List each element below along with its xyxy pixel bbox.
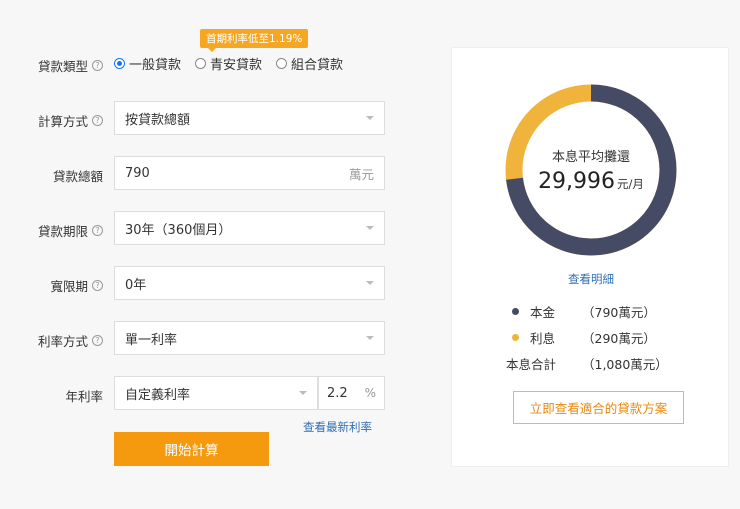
radio-unselected-icon (195, 58, 207, 69)
interest-value: （290萬元） (582, 330, 656, 346)
radio-combined-loan[interactable]: 組合貸款 (276, 54, 343, 73)
annual-rate-type-select[interactable]: 自定義利率 (114, 376, 318, 410)
annual-rate-input[interactable]: 2.2 % (318, 376, 385, 410)
view-loan-plans-button[interactable]: 立即查看適合的貸款方案 (513, 391, 684, 424)
grace-period-label: 寬限期 (50, 279, 88, 294)
result-legend: 本金 （790萬元） 利息 （290萬元） 本息合計 （1,080萬元） (506, 298, 668, 376)
grace-period-label-group: 寬限期 ? (50, 276, 103, 295)
start-calculation-button[interactable]: 開始計算 (114, 432, 269, 466)
annual-rate-unit: % (364, 386, 376, 400)
view-details-link[interactable]: 查看明細 (452, 271, 730, 287)
calc-method-label-group: 計算方式 ? (38, 111, 103, 130)
promo-rate-badge: 首期利率低至1.19% (200, 29, 309, 52)
legend-principal: 本金 （790萬元） (512, 298, 668, 324)
help-icon[interactable]: ? (92, 225, 103, 236)
loan-type-radio-group: 一般貸款 青安貸款 組合貸款 (114, 54, 343, 73)
chevron-down-icon (366, 281, 374, 285)
annual-rate-label: 年利率 (65, 389, 103, 404)
donut-center: 本息平均攤還 29,996 元/月 (505, 84, 677, 256)
principal-dot-icon (512, 307, 519, 315)
radio-label: 青安貸款 (210, 58, 263, 73)
annual-rate-value: 2.2 (327, 385, 348, 401)
loan-amount-unit: 萬元 (348, 166, 374, 182)
loan-amount-label: 貸款總額 (52, 169, 103, 184)
legend-total: 本息合計 （1,080萬元） (506, 350, 668, 376)
latest-rate-link[interactable]: 查看最新利率 (303, 419, 372, 435)
monthly-payment-label: 本息平均攤還 (551, 150, 630, 165)
radio-selected-icon (114, 58, 125, 69)
loan-type-label: 貸款類型 (37, 59, 88, 74)
calc-method-label: 計算方式 (37, 114, 88, 129)
grace-period-value: 0年 (125, 277, 147, 293)
loan-term-label-group: 貸款期限 ? (38, 221, 103, 240)
legend-interest: 利息 （290萬元） (512, 324, 668, 350)
total-value: （1,080萬元） (582, 356, 668, 372)
loan-type-label-group: 貸款類型 ? (38, 56, 103, 75)
rate-mode-select[interactable]: 單一利率 (114, 321, 385, 355)
help-icon[interactable]: ? (92, 280, 103, 291)
radio-label: 組合貸款 (291, 58, 344, 73)
interest-dot-icon (512, 333, 519, 341)
principal-value: （790萬元） (582, 304, 656, 320)
monthly-payment-amount-group: 29,996 元/月 (538, 169, 644, 194)
loan-term-label: 貸款期限 (37, 224, 88, 239)
chevron-down-icon (299, 391, 307, 395)
result-panel: 本息平均攤還 29,996 元/月 查看明細 本金 （790萬元） 利息 （29… (451, 47, 729, 467)
radio-youth-housing-loan[interactable]: 青安貸款 (195, 54, 262, 73)
calc-method-value: 按貸款總額 (125, 112, 191, 128)
loan-amount-value: 790 (125, 165, 150, 181)
annual-rate-label-group: 年利率 (65, 386, 103, 405)
chevron-down-icon (366, 226, 374, 230)
help-icon[interactable]: ? (92, 335, 103, 346)
monthly-payment-amount: 29,996 (538, 169, 616, 194)
radio-label: 一般貸款 (129, 58, 182, 73)
chevron-down-icon (366, 336, 374, 340)
monthly-payment-unit: 元/月 (617, 177, 644, 191)
loan-term-select[interactable]: 30年（360個月） (114, 211, 385, 245)
principal-label: 本金 (530, 304, 556, 320)
help-icon[interactable]: ? (92, 115, 103, 126)
payment-donut-chart: 本息平均攤還 29,996 元/月 (505, 84, 677, 256)
loan-amount-label-group: 貸款總額 (53, 166, 103, 185)
grace-period-select[interactable]: 0年 (114, 266, 385, 300)
calc-method-select[interactable]: 按貸款總額 (114, 101, 385, 135)
rate-mode-label-group: 利率方式 ? (38, 331, 103, 350)
loan-amount-input[interactable]: 790 萬元 (114, 156, 385, 190)
radio-general-loan[interactable]: 一般貸款 (114, 54, 181, 73)
help-icon[interactable]: ? (92, 60, 103, 71)
rate-mode-label: 利率方式 (37, 334, 88, 349)
chevron-down-icon (366, 116, 374, 120)
total-label: 本息合計 (506, 356, 557, 372)
annual-rate-type-value: 自定義利率 (125, 387, 191, 403)
interest-label: 利息 (530, 330, 556, 346)
radio-unselected-icon (276, 58, 288, 69)
loan-term-value: 30年（360個月） (125, 222, 232, 238)
rate-mode-value: 單一利率 (125, 332, 178, 348)
